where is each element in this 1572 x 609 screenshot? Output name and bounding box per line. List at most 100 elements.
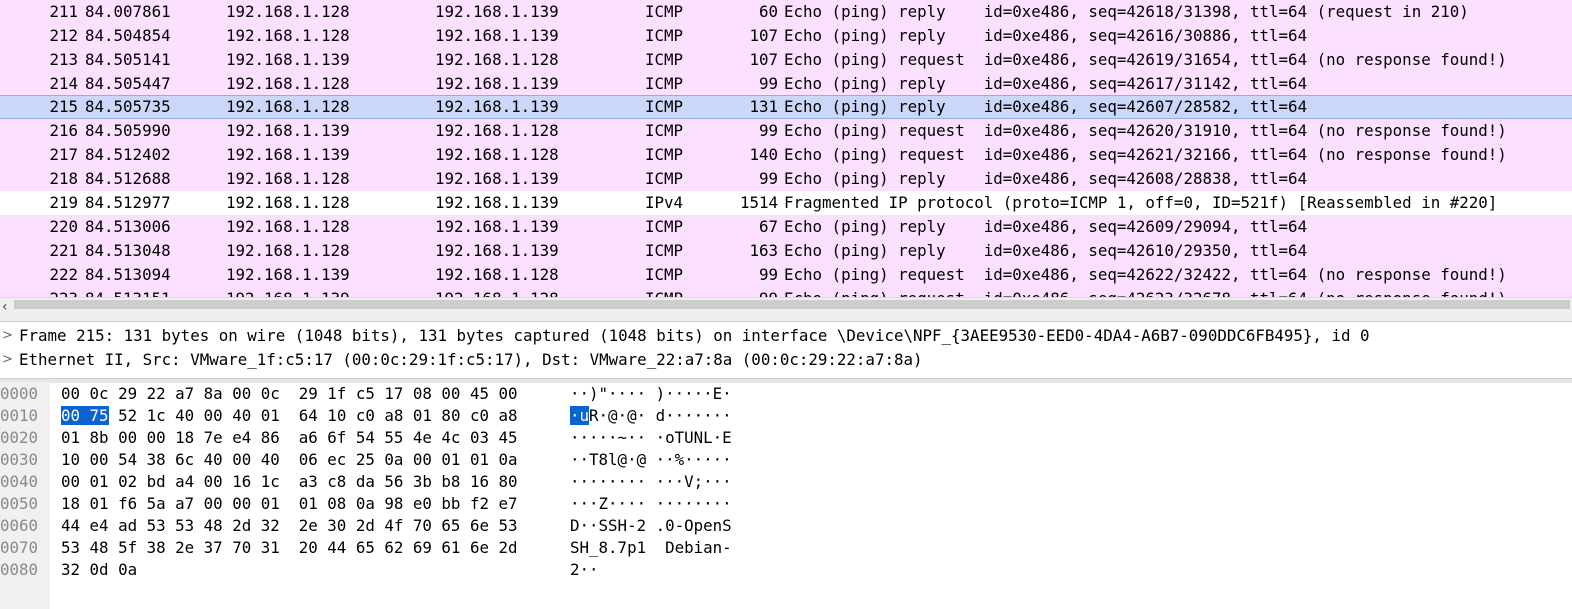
packet-info: Fragmented IP protocol (proto=ICMP 1, of… xyxy=(784,193,1498,212)
packet-row[interactable]: 211 84.007861 192.168.1.128 192.168.1.139 IC… xyxy=(0,0,1572,24)
bytes-hex[interactable]: 00 01 02 bd a4 00 16 1c a3 c8 da 56 3b b… xyxy=(61,471,518,493)
packet-length: 60 xyxy=(758,2,778,21)
packet-source: 192.168.1.128 xyxy=(226,2,350,21)
packet-destination: 192.168.1.128 xyxy=(435,265,559,284)
bytes-offset: 0050 xyxy=(0,494,39,513)
bytes-offset: 0000 xyxy=(0,384,39,403)
packet-source: 192.168.1.139 xyxy=(226,145,350,164)
packet-row[interactable]: 219 84.512977 192.168.1.128 192.168.1.139 IP… xyxy=(0,191,1572,215)
bytes-ascii[interactable]: 2·· xyxy=(570,559,599,581)
bytes-hex[interactable]: 53 48 5f 38 2e 37 70 31 20 44 65 62 69 6… xyxy=(61,537,518,559)
packet-time: 84.505141 xyxy=(85,50,171,69)
packet-row[interactable]: 221 84.513048 192.168.1.128 192.168.1.139 IC… xyxy=(0,239,1572,263)
packet-time: 84.505735 xyxy=(85,97,171,116)
packet-row[interactable]: 220 84.513006 192.168.1.128 192.168.1.139 IC… xyxy=(0,215,1572,239)
packet-row[interactable]: 223 84.513151 192.168.1.139 192.168.1.128 IC… xyxy=(0,287,1572,297)
packet-destination: 192.168.1.139 xyxy=(435,2,559,21)
packet-source: 192.168.1.128 xyxy=(226,74,350,93)
packet-protocol: ICMP xyxy=(645,145,684,164)
packet-row[interactable]: 222 84.513094 192.168.1.139 192.168.1.128 IC… xyxy=(0,263,1572,287)
packet-number: 218 xyxy=(49,169,78,188)
packet-row[interactable]: 217 84.512402 192.168.1.139 192.168.1.128 IC… xyxy=(0,143,1572,167)
tree-item-frame-label: Frame 215: 131 bytes on wire (1048 bits)… xyxy=(19,326,1370,345)
packet-row[interactable]: 214 84.505447 192.168.1.128 192.168.1.139 IC… xyxy=(0,72,1572,96)
packet-protocol: ICMP xyxy=(645,169,684,188)
packet-info: Echo (ping) request id=0xe486, seq=42619… xyxy=(784,50,1507,69)
selected-ascii-highlight[interactable]: ·u xyxy=(570,406,590,425)
bytes-offset: 0020 xyxy=(0,428,39,447)
packet-destination: 192.168.1.139 xyxy=(435,74,559,93)
bytes-hex[interactable]: 10 00 54 38 6c 40 00 40 06 ec 25 0a 00 0… xyxy=(61,449,518,471)
packet-row[interactable]: 215 84.505735 192.168.1.128 192.168.1.139 IC… xyxy=(0,95,1572,119)
packet-protocol: ICMP xyxy=(645,74,684,93)
packet-row[interactable]: 218 84.512688 192.168.1.128 192.168.1.139 IC… xyxy=(0,167,1572,191)
packet-number: 223 xyxy=(0,287,78,297)
packet-number: 213 xyxy=(49,50,78,69)
bytes-hex[interactable]: 00 75 52 1c 40 00 40 01 64 10 c0 a8 01 8… xyxy=(61,405,518,427)
packet-info: Echo (ping) reply id=0xe486, seq=42617/3… xyxy=(784,74,1308,93)
packet-time: 84.513094 xyxy=(85,265,171,284)
packet-row[interactable]: 212 84.504854 192.168.1.128 192.168.1.139 IC… xyxy=(0,24,1572,48)
packet-time: 84.513151 xyxy=(85,287,171,297)
packet-row[interactable]: 216 84.505990 192.168.1.139 192.168.1.128 IC… xyxy=(0,119,1572,143)
bytes-offset: 0080 xyxy=(0,560,39,579)
bytes-hex[interactable]: 18 01 f6 5a a7 00 00 01 01 08 0a 98 e0 b… xyxy=(61,493,518,515)
bytes-ascii[interactable]: ·uR·@·@· d······· xyxy=(570,405,732,427)
packet-bytes-pane[interactable]: 0000 00 0c 29 22 a7 8a 00 0c 29 1f c5 17 … xyxy=(0,382,1572,609)
bytes-ascii[interactable]: ··)"···· )·····E· xyxy=(570,383,732,405)
packet-time: 84.513006 xyxy=(85,217,171,236)
packet-protocol: ICMP xyxy=(645,217,684,236)
bytes-ascii[interactable]: ··T8l@·@ ··%····· xyxy=(570,449,732,471)
packet-source: 192.168.1.139 xyxy=(226,265,350,284)
packet-protocol: ICMP xyxy=(645,121,684,140)
chevron-right-icon[interactable]: > xyxy=(2,324,13,348)
packet-source: 192.168.1.139 xyxy=(226,287,350,297)
packet-length: 99 xyxy=(758,265,778,284)
packet-details-tree[interactable]: > Frame 215: 131 bytes on wire (1048 bit… xyxy=(0,321,1572,378)
packet-protocol: ICMP xyxy=(645,50,684,69)
packet-destination: 192.168.1.139 xyxy=(435,26,559,45)
packet-row[interactable]: 213 84.505141 192.168.1.139 192.168.1.128 IC… xyxy=(0,48,1572,72)
packet-info: Echo (ping) reply id=0xe486, seq=42609/2… xyxy=(784,217,1308,236)
packet-info: Echo (ping) request id=0xe486, seq=42621… xyxy=(784,145,1507,164)
packet-list[interactable]: 211 84.007861 192.168.1.128 192.168.1.139 IC… xyxy=(0,0,1572,297)
bytes-offset: 0030 xyxy=(0,450,39,469)
bytes-ascii[interactable]: ···Z···· ········ xyxy=(570,493,732,515)
packet-time: 84.512688 xyxy=(85,169,171,188)
packet-destination: 192.168.1.128 xyxy=(435,50,559,69)
bytes-ascii[interactable]: ········ ···V;··· xyxy=(570,471,732,493)
packet-destination: 192.168.1.128 xyxy=(435,145,559,164)
bytes-hex[interactable]: 32 0d 0a xyxy=(61,559,137,581)
scroll-left-arrow-icon[interactable]: ‹ xyxy=(2,299,8,315)
packet-source: 192.168.1.139 xyxy=(226,50,350,69)
packet-info: Echo (ping) reply id=0xe486, seq=42616/3… xyxy=(784,26,1308,45)
packet-source: 192.168.1.128 xyxy=(226,241,350,260)
bytes-hex[interactable]: 00 0c 29 22 a7 8a 00 0c 29 1f c5 17 08 0… xyxy=(61,383,518,405)
bytes-ascii[interactable]: SH_8.7p1 Debian- xyxy=(570,537,732,559)
packet-protocol: ICMP xyxy=(645,241,684,260)
packet-length: 131 xyxy=(749,97,778,116)
chevron-right-icon[interactable]: > xyxy=(2,348,13,372)
bytes-hex[interactable]: 01 8b 00 00 18 7e e4 86 a6 6f 54 55 4e 4… xyxy=(61,427,518,449)
packet-time: 84.513048 xyxy=(85,241,171,260)
packet-length: 99 xyxy=(700,287,778,297)
packet-destination: 192.168.1.139 xyxy=(435,241,559,260)
scrollbar-thumb[interactable] xyxy=(14,300,1570,309)
packet-source: 192.168.1.128 xyxy=(226,217,350,236)
packet-number: 217 xyxy=(49,145,78,164)
tree-item-ethernet[interactable]: > Ethernet II, Src: VMware_1f:c5:17 (00:… xyxy=(0,348,923,372)
packet-info: Echo (ping) reply id=0xe486, seq=42610/2… xyxy=(784,241,1308,260)
packet-protocol: IPv4 xyxy=(645,193,684,212)
selected-bytes-highlight[interactable]: 00 75 xyxy=(61,406,109,425)
packet-destination: 192.168.1.139 xyxy=(435,193,559,212)
packet-length: 163 xyxy=(749,241,778,260)
packet-list-horizontal-scrollbar[interactable]: ‹ xyxy=(0,297,1572,321)
bytes-ascii[interactable]: D··SSH-2 .0-OpenS xyxy=(570,515,732,537)
bytes-ascii[interactable]: ·····~·· ·oTUNL·E xyxy=(570,427,732,449)
packet-time: 84.512402 xyxy=(85,145,171,164)
bytes-hex[interactable]: 44 e4 ad 53 53 48 2d 32 2e 30 2d 4f 70 6… xyxy=(61,515,518,537)
packet-protocol: ICMP xyxy=(645,26,684,45)
tree-item-frame[interactable]: > Frame 215: 131 bytes on wire (1048 bit… xyxy=(0,324,1370,348)
packet-number: 212 xyxy=(49,26,78,45)
packet-length: 99 xyxy=(758,74,778,93)
